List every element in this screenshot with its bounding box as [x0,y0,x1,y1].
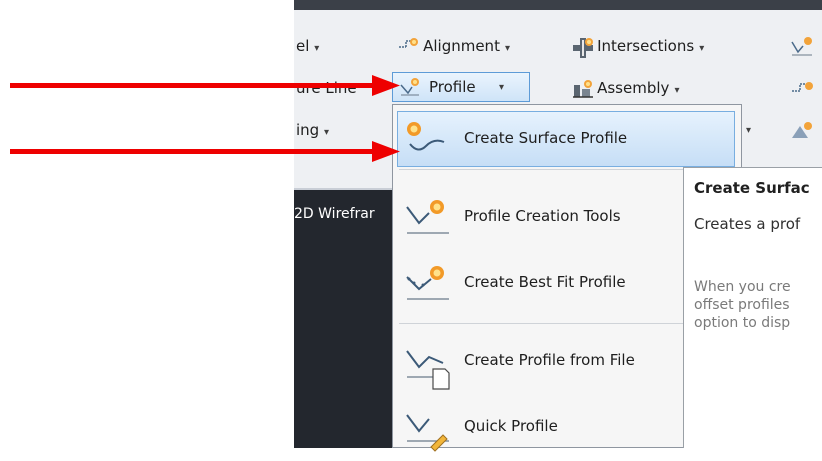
menu-item-label: Profile Creation Tools [464,207,621,225]
ribbon-item-partial-3-label: ing [296,121,320,139]
chevron-down-icon: ▾ [323,127,330,138]
chevron-down-icon: ▾ [699,43,705,54]
chevron-down-icon: ▾ [505,43,511,54]
chevron-down-icon: ▾ [499,82,505,93]
assembly-button[interactable]: Assembly ▾ [572,78,680,99]
intersections-icon [572,37,593,58]
chevron-down-icon[interactable]: ▾ [746,125,751,136]
red-arrow-create-surface-profile [10,140,400,168]
menu-item-label: Create Profile from File [464,351,635,369]
menu-item-label: Create Best Fit Profile [464,273,626,291]
red-arrow-profile [10,74,400,102]
intersections-label: Intersections [597,37,695,55]
alignment-button[interactable]: Alignment ▾ [398,36,510,57]
assembly-label: Assembly [597,79,670,97]
profile-icon [399,76,419,96]
chevron-down-icon: ▾ [314,43,320,54]
menu-item-label: Create Surface Profile [464,129,628,147]
quick-profile-icon [403,409,453,452]
intersections-button[interactable]: Intersections ▾ [572,36,705,58]
ribbon-right-icon-3[interactable] [790,120,814,146]
ribbon-item-partial-1[interactable]: el ▾ [296,37,319,55]
ribbon-right-icon-1[interactable] [790,36,814,62]
tooltip-body-line: When you cre [694,279,791,295]
create-surface-profile-icon [404,120,454,160]
ribbon-item-partial-3[interactable]: ing ▾ [296,121,329,139]
profile-creation-tools-icon [403,199,453,239]
profile-label: Profile [429,78,476,96]
chevron-down-icon: ▾ [674,85,680,96]
tooltip-description: Creates a prof [694,215,801,233]
alignment-icon [398,37,418,57]
alignment-label: Alignment [423,37,500,55]
ribbon-item-partial-1-label: el [296,37,310,55]
profile-from-file-icon [403,343,453,390]
menu-item-label: Quick Profile [464,417,558,435]
tooltip-body-line: option to disp [694,315,791,331]
viewport-style-label[interactable]: 2D Wirefrar [294,206,375,222]
assembly-icon [572,79,593,99]
tooltip-body-line: offset profiles [694,297,790,313]
ribbon-top-border [294,0,822,10]
tooltip-title: Create Surfac [694,179,810,197]
best-fit-profile-icon [403,265,453,305]
ribbon-right-icon-2[interactable] [790,80,814,106]
profile-button[interactable]: Profile ▾ [392,72,530,102]
menu-item-create-surface-profile[interactable]: Create Surface Profile [397,111,735,167]
